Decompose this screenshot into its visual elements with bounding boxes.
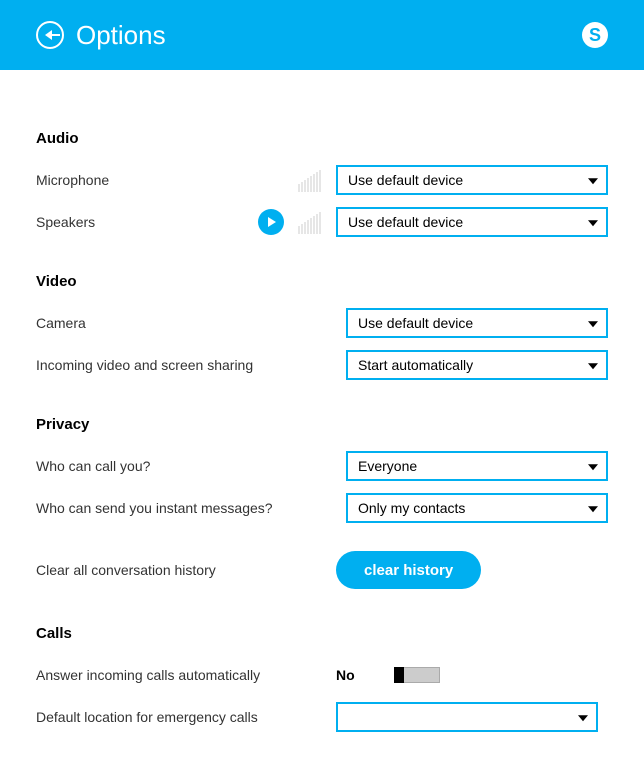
speakers-select-wrap: Use default device [336, 207, 608, 237]
auto-answer-label: Answer incoming calls automatically [36, 667, 336, 683]
incoming-video-select-wrap: Start automatically [346, 350, 608, 380]
who-can-call-label: Who can call you? [36, 458, 336, 474]
emergency-location-label: Default location for emergency calls [36, 709, 336, 725]
camera-select-wrap: Use default device [346, 308, 608, 338]
section-title-audio: Audio [36, 130, 608, 147]
who-can-call-select[interactable]: Everyone [346, 451, 608, 481]
header-bar: Options [0, 0, 644, 70]
incoming-video-label: Incoming video and screen sharing [36, 357, 336, 373]
microphone-select-wrap: Use default device [336, 165, 608, 195]
who-can-im-label: Who can send you instant messages? [36, 500, 336, 516]
skype-logo-icon [582, 22, 608, 48]
section-title-calls: Calls [36, 625, 608, 642]
who-can-im-select-wrap: Only my contacts [346, 493, 608, 523]
camera-label: Camera [36, 315, 336, 331]
incoming-video-select[interactable]: Start automatically [346, 350, 608, 380]
microphone-level-icon [292, 168, 326, 192]
who-can-call-select-wrap: Everyone [346, 451, 608, 481]
microphone-select[interactable]: Use default device [336, 165, 608, 195]
speaker-test-button[interactable] [258, 209, 284, 235]
row-incoming-video: Incoming video and screen sharing Start … [36, 350, 608, 380]
row-speakers: Speakers Use default device [36, 207, 608, 237]
row-emergency-location: Default location for emergency calls [36, 702, 608, 732]
row-microphone: Microphone Use default device [36, 165, 608, 195]
clear-history-button[interactable]: clear history [336, 551, 481, 589]
row-camera: Camera Use default device [36, 308, 608, 338]
row-auto-answer: Answer incoming calls automatically No [36, 660, 608, 690]
row-clear-history: Clear all conversation history clear his… [36, 551, 608, 589]
camera-select[interactable]: Use default device [346, 308, 608, 338]
microphone-label: Microphone [36, 172, 226, 188]
emergency-select-wrap [336, 702, 598, 732]
page-title: Options [76, 20, 166, 51]
speakers-select[interactable]: Use default device [336, 207, 608, 237]
speakers-controls [226, 209, 336, 235]
back-arrow-icon [45, 30, 52, 40]
row-who-can-im: Who can send you instant messages? Only … [36, 493, 608, 523]
section-title-privacy: Privacy [36, 416, 608, 433]
speakers-label: Speakers [36, 214, 226, 230]
auto-answer-control: No [336, 667, 608, 683]
content-area: Audio Microphone Use default device Spea… [0, 70, 644, 732]
header-left: Options [36, 20, 166, 51]
auto-answer-toggle[interactable] [394, 667, 440, 683]
microphone-level-wrap [226, 168, 336, 192]
play-icon [268, 217, 276, 227]
who-can-im-select[interactable]: Only my contacts [346, 493, 608, 523]
emergency-location-select[interactable] [336, 702, 598, 732]
clear-history-label: Clear all conversation history [36, 562, 336, 578]
toggle-knob-icon [394, 667, 404, 683]
section-title-video: Video [36, 273, 608, 290]
row-who-can-call: Who can call you? Everyone [36, 451, 608, 481]
emergency-select-container [336, 702, 608, 732]
back-button[interactable] [36, 21, 64, 49]
auto-answer-value: No [336, 667, 366, 683]
speaker-level-icon [292, 210, 326, 234]
